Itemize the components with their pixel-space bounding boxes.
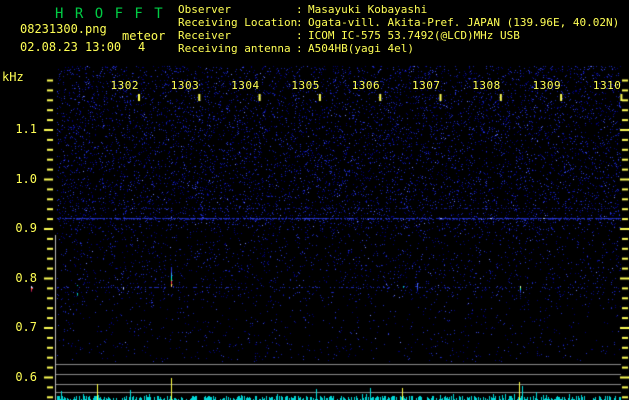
- freq-axis-label: 1.0: [15, 171, 37, 186]
- observation-datetime: 02.08.23 13:00: [20, 40, 122, 54]
- hrofft-screen: H R O F F T 08231300.png meteor 02.08.23…: [0, 0, 629, 400]
- output-filename: 08231300.png: [20, 22, 107, 36]
- time-axis-label: 1302: [110, 79, 139, 92]
- freq-axis-label: 1.1: [15, 122, 37, 136]
- info-separator: :: [296, 16, 303, 29]
- freq-axis-label: 0.7: [15, 320, 37, 334]
- info-label: Receiving Location: [178, 16, 298, 29]
- spectrogram-canvas: [0, 0, 629, 400]
- info-separator: :: [296, 3, 303, 16]
- info-label: Receiving antenna: [178, 42, 291, 55]
- time-axis-label: 1303: [170, 79, 200, 92]
- info-value: Masayuki Kobayashi: [308, 3, 428, 16]
- time-axis-label: 1309: [532, 79, 562, 92]
- info-value: A504HB(yagi 4el): [308, 42, 414, 55]
- info-label: Receiver: [178, 29, 231, 42]
- time-axis-label: 1306: [351, 79, 381, 92]
- info-label: Observer: [178, 3, 231, 16]
- time-axis-label: 1310: [592, 79, 622, 92]
- info-value: ICOM IC-575 53.7492(@LCD)MHz USB: [308, 29, 520, 42]
- station-info-row: Receiving antenna: A504HB(yagi 4el): [178, 42, 619, 55]
- time-axis-label: 1305: [291, 79, 320, 92]
- freq-axis-label: 0.8: [15, 270, 37, 285]
- info-separator: :: [296, 42, 303, 55]
- info-value: Ogata-vill. Akita-Pref. JAPAN (139.96E, …: [308, 16, 620, 29]
- station-info-block: Observer: Masayuki Kobayashi Receiving Loc…: [178, 3, 619, 55]
- app-title: H R O F F T: [55, 6, 165, 22]
- freq-axis-label: 0.6: [15, 369, 37, 384]
- time-axis-label: 1308: [472, 79, 501, 92]
- station-info-row: Receiver: ICOM IC-575 53.7492(@LCD)MHz US…: [178, 29, 619, 42]
- station-info-row: Observer: Masayuki Kobayashi: [178, 3, 619, 16]
- time-axis-label: 1304: [231, 79, 260, 92]
- time-axis-label: 1307: [412, 79, 441, 92]
- station-info-row: Receiving Location: Ogata-vill. Akita-Pre…: [178, 16, 619, 29]
- freq-axis-label: 0.9: [15, 221, 37, 235]
- info-separator: :: [296, 29, 303, 42]
- freq-axis-unit-label: kHz: [2, 70, 24, 84]
- meteor-count: 4: [138, 40, 146, 54]
